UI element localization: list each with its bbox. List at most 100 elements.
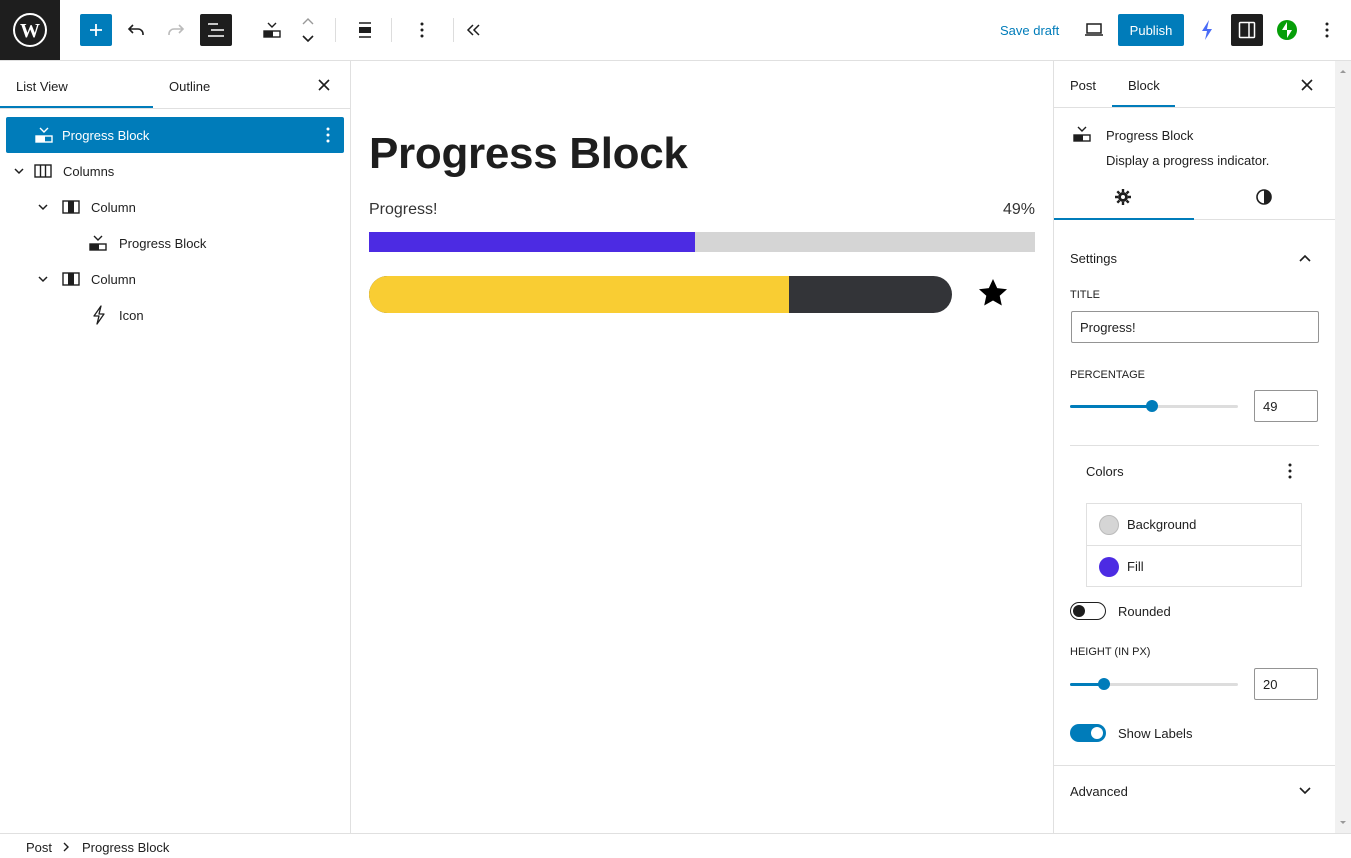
collapse-toolbar-button[interactable] bbox=[457, 14, 489, 46]
list-item-column[interactable]: Column bbox=[6, 261, 344, 297]
height-slider[interactable] bbox=[1070, 678, 1238, 690]
list-item-label: Column bbox=[91, 199, 136, 215]
tab-outline[interactable]: Outline bbox=[169, 79, 210, 94]
add-block-button[interactable] bbox=[80, 14, 112, 46]
rounded-toggle[interactable] bbox=[1070, 602, 1106, 620]
svg-text:W: W bbox=[20, 20, 40, 42]
bolt-icon bbox=[1202, 20, 1212, 40]
chevron-down-icon[interactable] bbox=[13, 165, 25, 177]
color-background-label: Background bbox=[1127, 517, 1197, 532]
color-settings-list: Background Fill bbox=[1086, 503, 1302, 587]
chevron-up-icon bbox=[1299, 254, 1311, 262]
editor-canvas: Progress Block Progress! 49% bbox=[351, 61, 1053, 833]
color-fill-row[interactable]: Fill bbox=[1087, 545, 1301, 586]
options-menu-button[interactable] bbox=[1311, 14, 1343, 46]
list-item-progress-block-selected[interactable]: Progress Block bbox=[6, 117, 344, 153]
tab-block[interactable]: Block bbox=[1128, 78, 1160, 93]
list-view-toggle[interactable] bbox=[200, 14, 232, 46]
tab-styles[interactable] bbox=[1255, 188, 1273, 209]
more-vertical-icon bbox=[1288, 463, 1292, 479]
close-sidebar-button[interactable] bbox=[1298, 76, 1316, 97]
scroll-up-icon[interactable] bbox=[1335, 63, 1351, 79]
list-item-label: Progress Block bbox=[62, 127, 150, 143]
close-list-view-button[interactable] bbox=[315, 76, 333, 94]
desktop-icon bbox=[1085, 23, 1103, 36]
list-item-label: Progress Block bbox=[119, 235, 207, 251]
jetpack-button[interactable] bbox=[1271, 14, 1303, 46]
advanced-panel-title[interactable]: Advanced bbox=[1070, 784, 1128, 799]
contrast-icon bbox=[1256, 189, 1272, 205]
block-card-title: Progress Block bbox=[1106, 128, 1194, 143]
progress-title[interactable]: Progress! bbox=[369, 201, 437, 219]
move-up-down[interactable] bbox=[292, 14, 324, 46]
list-item-label: Icon bbox=[119, 307, 144, 323]
column-icon bbox=[61, 197, 81, 217]
title-input[interactable]: Progress! bbox=[1071, 311, 1319, 343]
undo-icon bbox=[127, 24, 144, 35]
chevron-updown-icon bbox=[302, 18, 314, 43]
progress-bar-fill bbox=[369, 232, 696, 252]
bolt-icon bbox=[89, 305, 109, 325]
rounded-label: Rounded bbox=[1118, 604, 1171, 619]
more-vertical-icon bbox=[1325, 22, 1329, 38]
star-icon[interactable] bbox=[977, 277, 1009, 309]
block-type-button[interactable] bbox=[256, 14, 288, 46]
chevron-down-icon bbox=[1299, 787, 1311, 795]
list-item-columns[interactable]: Columns bbox=[6, 153, 344, 189]
top-toolbar: W Save draft Publish bbox=[0, 0, 1351, 61]
advanced-expand-toggle[interactable] bbox=[1298, 784, 1312, 801]
breadcrumb-current[interactable]: Progress Block bbox=[82, 840, 169, 855]
color-background-row[interactable]: Background bbox=[1087, 504, 1301, 545]
slider-thumb[interactable] bbox=[1146, 400, 1159, 412]
colors-options-button[interactable] bbox=[1288, 463, 1292, 482]
percentage-slider[interactable] bbox=[1070, 400, 1238, 412]
wordpress-logo[interactable]: W bbox=[0, 0, 60, 60]
percentage-number-input[interactable]: 49 bbox=[1254, 390, 1318, 422]
tab-list-view[interactable]: List View bbox=[16, 79, 68, 94]
scroll-down-icon[interactable] bbox=[1335, 815, 1351, 831]
redo-button[interactable] bbox=[160, 14, 192, 46]
breadcrumb-post[interactable]: Post bbox=[26, 840, 52, 855]
tab-settings[interactable] bbox=[1114, 188, 1132, 209]
show-labels-toggle[interactable] bbox=[1070, 724, 1106, 742]
settings-sidebar-toggle[interactable] bbox=[1231, 14, 1263, 46]
chevron-down-icon[interactable] bbox=[37, 273, 49, 285]
list-item-progress-block[interactable]: Progress Block bbox=[6, 225, 344, 261]
save-draft-button[interactable]: Save draft bbox=[1000, 23, 1059, 38]
height-number-input[interactable]: 20 bbox=[1254, 668, 1318, 700]
column-icon bbox=[61, 269, 81, 289]
close-icon bbox=[1301, 79, 1313, 91]
settings-collapse-toggle[interactable] bbox=[1298, 251, 1312, 268]
close-icon bbox=[318, 79, 330, 91]
chevron-right-icon bbox=[63, 842, 69, 852]
align-button[interactable] bbox=[349, 14, 381, 46]
progress-percent-label: 49% bbox=[1002, 201, 1035, 218]
list-view-panel: List View Outline Progress Block Columns… bbox=[0, 61, 351, 833]
block-card: Progress Block Display a progress indica… bbox=[1054, 108, 1335, 176]
list-item-icon[interactable]: Icon bbox=[6, 297, 344, 333]
list-item-label: Columns bbox=[63, 163, 115, 179]
plus-icon bbox=[90, 24, 102, 36]
toggle-knob bbox=[1091, 727, 1103, 739]
sidebar-scrollbar[interactable] bbox=[1335, 61, 1351, 833]
columns-icon bbox=[33, 161, 53, 181]
settings-panel-title[interactable]: Settings bbox=[1070, 251, 1117, 266]
sidebar-icon bbox=[1238, 21, 1256, 39]
progress-bar-rounded-track[interactable] bbox=[369, 276, 952, 313]
chevron-down-icon[interactable] bbox=[37, 201, 49, 213]
slider-thumb[interactable] bbox=[1097, 678, 1110, 690]
toggle-knob bbox=[1073, 604, 1085, 617]
publish-button[interactable]: Publish bbox=[1118, 14, 1184, 46]
progress-bar-rounded-fill bbox=[369, 276, 789, 313]
list-item-column[interactable]: Column bbox=[6, 189, 344, 225]
preview-button[interactable] bbox=[1078, 14, 1110, 46]
more-vertical-icon[interactable] bbox=[326, 127, 330, 146]
bolt-button[interactable] bbox=[1191, 14, 1223, 46]
undo-button[interactable] bbox=[120, 14, 152, 46]
list-view-icon bbox=[208, 23, 224, 37]
tab-post[interactable]: Post bbox=[1070, 78, 1096, 93]
progress-icon bbox=[34, 125, 54, 145]
progress-bar-track[interactable] bbox=[369, 232, 1035, 252]
block-options-button[interactable] bbox=[406, 14, 438, 46]
post-title[interactable]: Progress Block bbox=[369, 129, 688, 179]
